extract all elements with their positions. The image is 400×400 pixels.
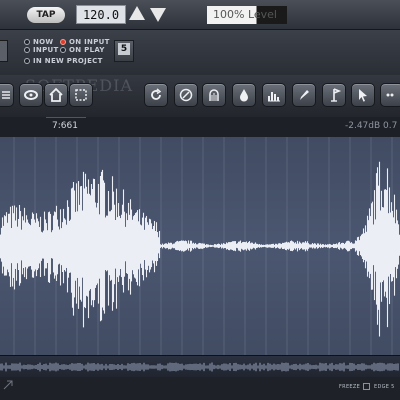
radio-now[interactable] xyxy=(24,39,30,45)
overview-strip[interactable] xyxy=(0,355,400,377)
option-now[interactable]: NOW xyxy=(24,38,53,46)
cursor-tool-button[interactable] xyxy=(351,83,375,107)
reverse-tool-button[interactable] xyxy=(144,83,168,107)
gate-tool-button[interactable] xyxy=(202,83,226,107)
option-on-play-label: ON PLAY xyxy=(69,46,105,54)
selection-level-readout: -2.47dB 0.7 xyxy=(345,121,398,131)
overview-waveform[interactable] xyxy=(0,356,400,378)
option-new-project-label: IN NEW PROJECT xyxy=(33,57,103,65)
count-in-value: 5 xyxy=(118,43,130,55)
pen-icon xyxy=(300,90,309,100)
cursor-icon xyxy=(359,89,367,102)
tap-tempo-button[interactable]: TAP xyxy=(27,7,65,23)
option-new-project[interactable]: IN NEW PROJECT xyxy=(24,57,103,65)
radio-input[interactable] xyxy=(24,47,30,53)
drop-icon xyxy=(240,89,248,102)
bars-icon xyxy=(268,92,280,102)
option-now-label: NOW xyxy=(33,38,54,46)
menu-tool-button[interactable] xyxy=(0,83,14,107)
marker-icon xyxy=(331,88,342,102)
selection-start-time: 7:661 xyxy=(52,121,78,131)
waveform-editor[interactable] xyxy=(0,137,400,355)
home-icon xyxy=(49,87,63,102)
waveform-display[interactable] xyxy=(0,137,400,355)
tempo-down-arrow-icon[interactable] xyxy=(150,8,166,22)
expand-arrow-icon[interactable] xyxy=(3,380,13,390)
pen-tool-button[interactable] xyxy=(292,83,316,107)
level-meter[interactable]: 100% Level xyxy=(207,6,287,24)
radio-on-input[interactable] xyxy=(60,39,66,45)
select-tool-button[interactable] xyxy=(69,83,93,107)
tempo-up-arrow-icon[interactable] xyxy=(129,6,145,20)
normalize-tool-button[interactable] xyxy=(174,83,198,107)
tempo-field[interactable]: 120.0 xyxy=(76,5,126,24)
option-on-input[interactable]: ON INPUT xyxy=(60,38,110,46)
selection-info-row: 7:661 -2.47dB 0.7 xyxy=(0,117,400,137)
record-options-panel: NOW INPUT ON INPUT ON PLAY IN NEW PROJEC… xyxy=(0,30,400,75)
option-on-input-label: ON INPUT xyxy=(69,38,110,46)
count-in-box[interactable]: 5 xyxy=(114,40,134,62)
freeze-label: FREEZE xyxy=(339,384,361,390)
overview-wave xyxy=(0,362,399,372)
list-icon xyxy=(2,91,10,99)
edge-label: EDGE 5 xyxy=(374,384,395,390)
home-tool-button[interactable] xyxy=(44,83,68,107)
drop-tool-button[interactable] xyxy=(232,83,256,107)
option-input[interactable]: INPUT xyxy=(24,46,59,54)
reverse-icon xyxy=(151,88,162,100)
selection-start-marker xyxy=(46,117,86,120)
record-button[interactable] xyxy=(0,40,8,62)
option-input-label: INPUT xyxy=(33,46,59,54)
normalize-icon xyxy=(179,88,193,102)
gate-icon xyxy=(209,89,219,101)
marquee-icon xyxy=(75,89,87,101)
tool-bar: SOFTPEDIA xyxy=(0,75,400,117)
loop-icon xyxy=(24,90,38,100)
top-bar: TAP 120.0 100% Level xyxy=(0,0,400,30)
marker-tool-button[interactable] xyxy=(322,83,346,107)
bottom-bar: FREEZE EDGE 5 xyxy=(0,377,400,400)
option-on-play[interactable]: ON PLAY xyxy=(60,46,105,54)
more-icon xyxy=(386,93,394,97)
tool-overflow-button[interactable] xyxy=(380,83,400,107)
eq-tool-button[interactable] xyxy=(262,83,286,107)
freeze-checkbox[interactable] xyxy=(363,383,370,390)
loop-tool-button[interactable] xyxy=(19,83,43,107)
audio-waveform xyxy=(0,161,400,337)
radio-new-project[interactable] xyxy=(24,58,30,64)
radio-on-play[interactable] xyxy=(60,47,66,53)
